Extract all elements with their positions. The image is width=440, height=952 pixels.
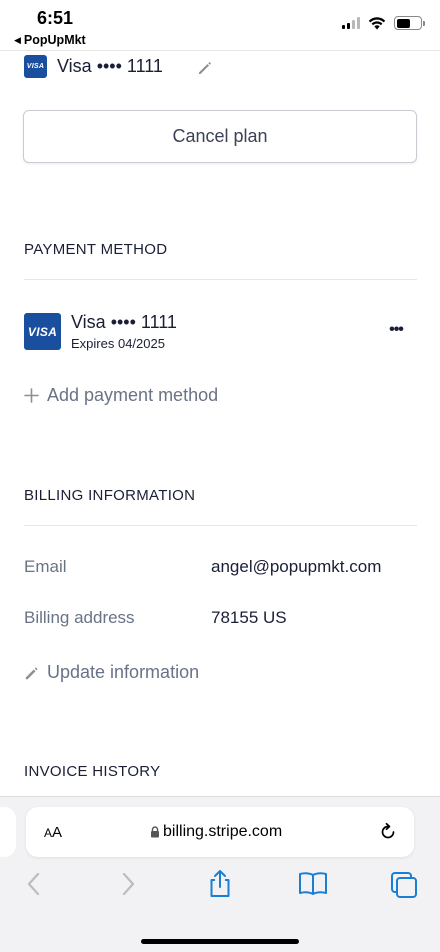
cancel-plan-button[interactable]: Cancel plan [23,110,417,163]
update-information-label: Update information [47,662,200,682]
home-indicator [141,939,299,944]
email-value: angel@popupmkt.com [211,557,382,576]
back-icon[interactable] [22,869,52,899]
card-expiry: Expires 04/2025 [71,336,165,351]
reader-options-button[interactable]: AA [44,824,62,841]
plus-icon [23,387,40,404]
browser-toolbar: AA billing.stripe.com [0,796,440,952]
visa-card-icon: VISA [24,55,47,78]
status-bar: 6:51 ◀ PopUpMkt [0,0,440,50]
back-to-app[interactable]: ◀ PopUpMkt [14,33,86,47]
billing-information-heading: BILLING INFORMATION [24,487,196,504]
subscription-card-label: Visa •••• 1111 [57,56,163,76]
address-bar[interactable]: AA billing.stripe.com [26,807,414,857]
billing-address-value: 78155 US [211,608,287,627]
reload-icon[interactable] [378,822,398,842]
billing-address-label: Billing address [24,608,135,627]
add-payment-method-label: Add payment method [47,385,219,405]
more-options-button[interactable]: ••• [384,321,408,339]
previous-tab-preview[interactable] [0,807,16,857]
cellular-signal-icon [342,17,360,29]
invoice-history-heading: INVOICE HISTORY [24,763,161,780]
back-app-label: PopUpMkt [23,33,86,47]
url-display[interactable]: billing.stripe.com [150,823,282,841]
divider [24,279,417,280]
share-icon[interactable] [205,869,235,899]
visa-card-icon: VISA [24,313,61,350]
browser-nav [0,869,440,909]
battery-icon [394,16,425,30]
tabs-icon[interactable] [390,869,420,899]
bookmarks-icon[interactable] [297,869,327,899]
back-triangle-icon: ◀ [14,34,21,45]
pencil-icon [23,664,40,681]
lock-icon [151,826,159,838]
subscription-payment-summary: VISA Visa •••• 1111 [24,55,163,78]
card-name: Visa •••• 1111 [71,312,177,332]
status-time: 6:51 [37,8,74,28]
billing-portal-content: VISA Visa •••• 1111 Cancel plan PAYMENT … [0,50,440,796]
payment-method-heading: PAYMENT METHOD [24,241,168,258]
email-label: Email [24,557,67,576]
wifi-icon [368,16,386,29]
url-text: billing.stripe.com [163,823,283,840]
payment-method-info: Visa •••• 1111 Expires 04/2025 [71,312,177,351]
payment-method-row: VISA Visa •••• 1111 Expires 04/2025 [24,312,177,351]
divider [24,525,417,526]
update-information-link[interactable]: Update information [23,662,199,683]
pencil-icon[interactable] [196,59,214,77]
forward-icon[interactable] [116,869,146,899]
add-payment-method-link[interactable]: Add payment method [23,385,218,406]
status-icons [342,16,425,30]
